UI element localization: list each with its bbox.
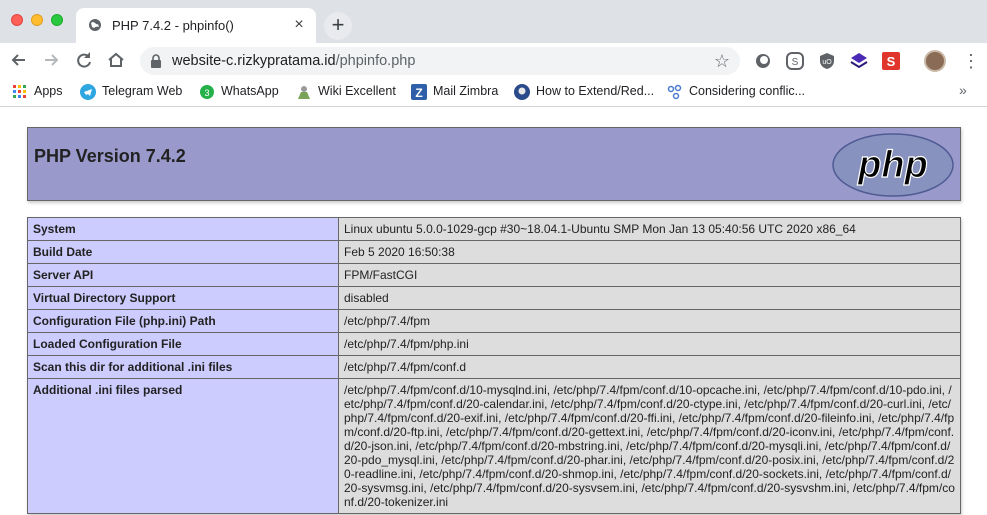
tab-title: PHP 7.4.2 - phpinfo()	[112, 18, 234, 33]
url-text: website-c.rizkypratama.id/phpinfo.php	[172, 53, 415, 69]
home-icon	[108, 52, 124, 67]
bookmark-label: Telegram Web	[102, 84, 183, 98]
row-key: Virtual Directory Support	[27, 286, 339, 310]
whatsapp-icon: 3	[200, 85, 214, 99]
bookmarks-overflow-button[interactable]: »	[959, 82, 967, 98]
github-icon	[514, 84, 530, 100]
svg-text:S: S	[887, 54, 896, 69]
window-minimize-button[interactable]	[31, 14, 43, 26]
row-key: Scan this dir for additional .ini files	[27, 355, 339, 379]
telegram-icon	[80, 84, 96, 100]
tab-close-button[interactable]: ×	[290, 16, 308, 34]
page-content: PHP Version 7.4.2 php System Linux ubuntu…	[0, 108, 987, 515]
layers-extension-icon[interactable]	[850, 52, 868, 70]
s-extension-icon[interactable]: S	[882, 52, 900, 70]
table-row: Virtual Directory Support disabled	[27, 286, 961, 310]
row-key: System	[27, 217, 339, 241]
row-key: Additional .ini files parsed	[27, 378, 339, 514]
row-value: FPM/FastCGI	[338, 263, 961, 287]
skype-extension-icon[interactable]: S	[786, 52, 804, 70]
row-key: Build Date	[27, 240, 339, 264]
row-value: /etc/php/7.4/fpm	[338, 309, 961, 333]
table-row: Loaded Configuration File/etc/php/7.4/fp…	[27, 332, 961, 356]
row-key: Configuration File (php.ini) Path	[27, 309, 339, 333]
row-value: /etc/php/7.4/fpm/conf.d	[338, 355, 961, 379]
address-bar[interactable]: website-c.rizkypratama.id/phpinfo.php ☆	[140, 47, 740, 75]
lock-icon	[151, 54, 161, 68]
link-icon	[667, 84, 682, 100]
phpinfo-table: System Linux ubuntu 5.0.0-1029-gcp #30~18…	[27, 217, 961, 514]
url-path: /phpinfo.php	[335, 53, 416, 69]
phpinfo-header: PHP Version 7.4.2 php	[27, 127, 961, 201]
bookmarks-bar: Apps Telegram Web 3 WhatsApp Wiki Excell…	[0, 78, 987, 107]
reload-icon	[77, 52, 91, 68]
extension-circle-icon[interactable]	[754, 52, 772, 70]
back-button[interactable]	[8, 49, 30, 71]
url-host: website-c.rizkypratama.id	[172, 53, 336, 69]
row-value: /etc/php/7.4/fpm/php.ini	[338, 332, 961, 356]
forward-arrow-icon	[45, 54, 59, 66]
row-value: Feb 5 2020 16:50:38	[338, 240, 961, 264]
reload-button[interactable]	[73, 49, 95, 71]
bookmark-star-icon[interactable]: ☆	[712, 51, 732, 71]
browser-toolbar: website-c.rizkypratama.id/phpinfo.php ☆ …	[0, 43, 987, 78]
apps-grid-icon	[13, 85, 26, 98]
php-logo-text: php	[857, 144, 928, 186]
ublock-extension-icon[interactable]: uO	[818, 52, 836, 70]
table-row: Additional .ini files parsed/etc/php/7.4…	[27, 378, 961, 514]
svg-text:Z: Z	[415, 86, 422, 100]
row-value: disabled	[338, 286, 961, 310]
bookmark-label: Apps	[34, 84, 63, 98]
back-arrow-icon	[11, 54, 25, 66]
forward-button[interactable]	[40, 49, 62, 71]
table-row: Server API FPM/FastCGI	[27, 263, 961, 287]
globe-icon	[89, 19, 101, 31]
row-value: Linux ubuntu 5.0.0-1029-gcp #30~18.04.1-…	[338, 217, 961, 241]
svg-text:uO: uO	[822, 59, 832, 66]
home-button[interactable]	[105, 49, 127, 71]
browser-menu-button[interactable]: ⋮	[962, 51, 980, 71]
svg-text:S: S	[792, 57, 799, 68]
tab-strip: PHP 7.4.2 - phpinfo() × +	[0, 0, 987, 43]
page-title: PHP Version 7.4.2	[34, 146, 186, 166]
bookmark-label: WhatsApp	[221, 84, 279, 98]
row-key: Loaded Configuration File	[27, 332, 339, 356]
profile-avatar[interactable]	[924, 50, 946, 72]
table-row: Build Date Feb 5 2020 16:50:38	[27, 240, 961, 264]
window-close-button[interactable]	[11, 14, 23, 26]
table-row: Configuration File (php.ini) Path/etc/ph…	[27, 309, 961, 333]
bookmark-label: Wiki Excellent	[318, 84, 396, 98]
svg-text:3: 3	[204, 88, 209, 98]
bookmark-label: How to Extend/Red...	[536, 84, 655, 98]
zimbra-icon: Z	[411, 84, 427, 100]
row-value: /etc/php/7.4/fpm/conf.d/10-mysqlnd.ini, …	[338, 378, 961, 514]
window-maximize-button[interactable]	[51, 14, 63, 26]
row-key: Server API	[27, 263, 339, 287]
new-tab-button[interactable]: +	[324, 12, 352, 40]
php-logo[interactable]: php	[832, 133, 954, 197]
bookmark-label: Considering conflic...	[689, 84, 806, 98]
active-tab[interactable]: PHP 7.4.2 - phpinfo() ×	[76, 8, 316, 43]
bookmark-label: Mail Zimbra	[433, 84, 499, 98]
wiki-icon	[298, 86, 310, 99]
table-row: System Linux ubuntu 5.0.0-1029-gcp #30~18…	[27, 217, 961, 241]
table-row: Scan this dir for additional .ini files /…	[27, 355, 961, 379]
